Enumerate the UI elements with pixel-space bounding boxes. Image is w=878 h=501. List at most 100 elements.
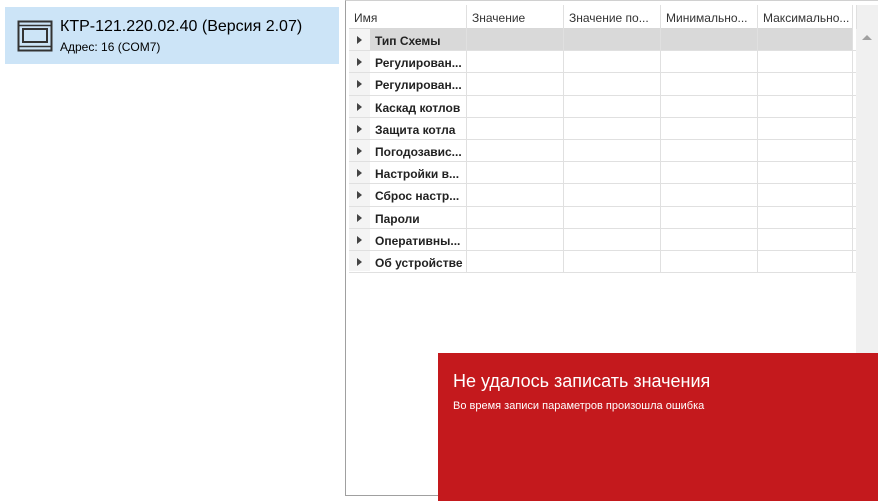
row-value-cell[interactable] [661, 228, 758, 250]
expand-arrow-icon[interactable] [357, 257, 362, 266]
device-address: Адрес: 16 (COM7) [60, 40, 161, 54]
table-row[interactable]: Пароли [349, 206, 856, 229]
device-list-item[interactable]: КТР-121.220.02.40 (Версия 2.07) Адрес: 1… [5, 7, 339, 64]
row-value-cell[interactable] [564, 117, 661, 139]
row-value-cell[interactable] [758, 29, 853, 51]
row-value-cell[interactable] [467, 117, 564, 139]
row-expander[interactable] [349, 140, 370, 161]
row-value-cell[interactable] [467, 95, 564, 117]
row-value-cell[interactable] [564, 206, 661, 228]
error-toast[interactable]: Не удалось записать значения Во время за… [438, 353, 878, 501]
table-row[interactable]: Сброс настр... [349, 184, 856, 207]
table-row[interactable]: Оперативны... [349, 228, 856, 251]
table-row[interactable]: Настройки в... [349, 162, 856, 185]
scrollbar-corner [856, 5, 878, 29]
row-expander[interactable] [349, 51, 370, 72]
row-value-cell[interactable] [467, 250, 564, 273]
row-value-cell[interactable] [661, 206, 758, 228]
row-value-cell[interactable] [661, 117, 758, 139]
expand-arrow-icon[interactable] [357, 58, 362, 67]
row-value-cell[interactable] [758, 117, 853, 139]
row-value-cell[interactable] [758, 162, 853, 184]
expand-arrow-icon[interactable] [357, 191, 362, 200]
row-value-cell[interactable] [467, 184, 564, 206]
row-value-cell[interactable] [564, 162, 661, 184]
row-name: Настройки в... [370, 162, 467, 184]
row-value-cell[interactable] [758, 206, 853, 228]
row-value-cell[interactable] [661, 29, 758, 51]
scroll-up-arrow-icon[interactable] [862, 35, 872, 40]
table-row[interactable]: Защита котла [349, 117, 856, 140]
row-value-cell[interactable] [661, 95, 758, 117]
table-row[interactable]: Об устройстве [349, 250, 856, 274]
row-expander[interactable] [349, 96, 370, 117]
row-value-cell[interactable] [467, 29, 564, 51]
row-expander[interactable] [349, 118, 370, 139]
column-header-name[interactable]: Имя [349, 5, 467, 29]
row-value-cell[interactable] [661, 51, 758, 73]
row-value-cell[interactable] [564, 95, 661, 117]
row-expander[interactable] [349, 73, 370, 94]
toast-message: Во время записи параметров произошла оши… [453, 400, 705, 412]
expand-arrow-icon[interactable] [357, 146, 362, 155]
row-name: Регулирован... [370, 51, 467, 73]
grid-rows: Тип Схемы Регулирован... Регулирован... Кас… [349, 29, 856, 274]
grid-header: Имя Значение Значение по... Минимально..… [349, 5, 853, 29]
column-header-max[interactable]: Максимально... [758, 5, 853, 29]
expand-arrow-icon[interactable] [357, 102, 362, 111]
row-expander[interactable] [349, 229, 370, 250]
row-name: Погодозавис... [370, 139, 467, 162]
expand-arrow-icon[interactable] [357, 36, 362, 44]
row-value-cell[interactable] [661, 162, 758, 184]
expand-arrow-icon[interactable] [357, 169, 362, 178]
table-row[interactable]: Каскад котлов [349, 95, 856, 118]
row-value-cell[interactable] [758, 95, 853, 117]
row-expander[interactable] [349, 207, 370, 228]
row-expander[interactable] [349, 184, 370, 205]
column-header-min[interactable]: Минимально... [661, 5, 758, 29]
device-title: КТР-121.220.02.40 (Версия 2.07) [60, 18, 303, 35]
table-row[interactable]: Регулирован... [349, 51, 856, 74]
toast-title: Не удалось записать значения [453, 371, 711, 391]
device-list: КТР-121.220.02.40 (Версия 2.07) Адрес: 1… [0, 0, 345, 501]
row-value-cell[interactable] [758, 250, 853, 273]
row-value-cell[interactable] [467, 73, 564, 95]
device-icon [17, 20, 53, 52]
column-header-default[interactable]: Значение по... [564, 5, 661, 29]
row-value-cell[interactable] [661, 139, 758, 162]
row-value-cell[interactable] [758, 73, 853, 95]
row-value-cell[interactable] [564, 73, 661, 95]
row-expander[interactable] [349, 162, 370, 183]
table-row[interactable]: Регулирован... [349, 73, 856, 96]
vertical-scrollbar[interactable] [856, 29, 878, 354]
row-value-cell[interactable] [467, 206, 564, 228]
expand-arrow-icon[interactable] [357, 213, 362, 222]
table-row[interactable]: Погодозавис... [349, 139, 856, 163]
row-value-cell[interactable] [661, 250, 758, 273]
row-value-cell[interactable] [758, 184, 853, 206]
row-value-cell[interactable] [661, 73, 758, 95]
expand-arrow-icon[interactable] [357, 124, 362, 133]
row-value-cell[interactable] [564, 250, 661, 273]
row-value-cell[interactable] [467, 228, 564, 250]
row-name: Тип Схемы [370, 29, 467, 51]
row-value-cell[interactable] [564, 139, 661, 162]
expand-arrow-icon[interactable] [357, 80, 362, 89]
row-value-cell[interactable] [467, 51, 564, 73]
row-expander[interactable] [349, 29, 370, 50]
row-expander[interactable] [349, 251, 370, 272]
row-value-cell[interactable] [758, 228, 853, 250]
row-value-cell[interactable] [564, 184, 661, 206]
row-value-cell[interactable] [661, 184, 758, 206]
row-value-cell[interactable] [758, 51, 853, 73]
row-value-cell[interactable] [564, 29, 661, 51]
table-row[interactable]: Тип Схемы [349, 29, 856, 52]
expand-arrow-icon[interactable] [357, 235, 362, 244]
row-value-cell[interactable] [564, 228, 661, 250]
column-header-value[interactable]: Значение [467, 5, 564, 29]
row-name: Регулирован... [370, 73, 467, 95]
row-value-cell[interactable] [467, 139, 564, 162]
row-value-cell[interactable] [564, 51, 661, 73]
row-value-cell[interactable] [758, 139, 853, 162]
row-value-cell[interactable] [467, 162, 564, 184]
